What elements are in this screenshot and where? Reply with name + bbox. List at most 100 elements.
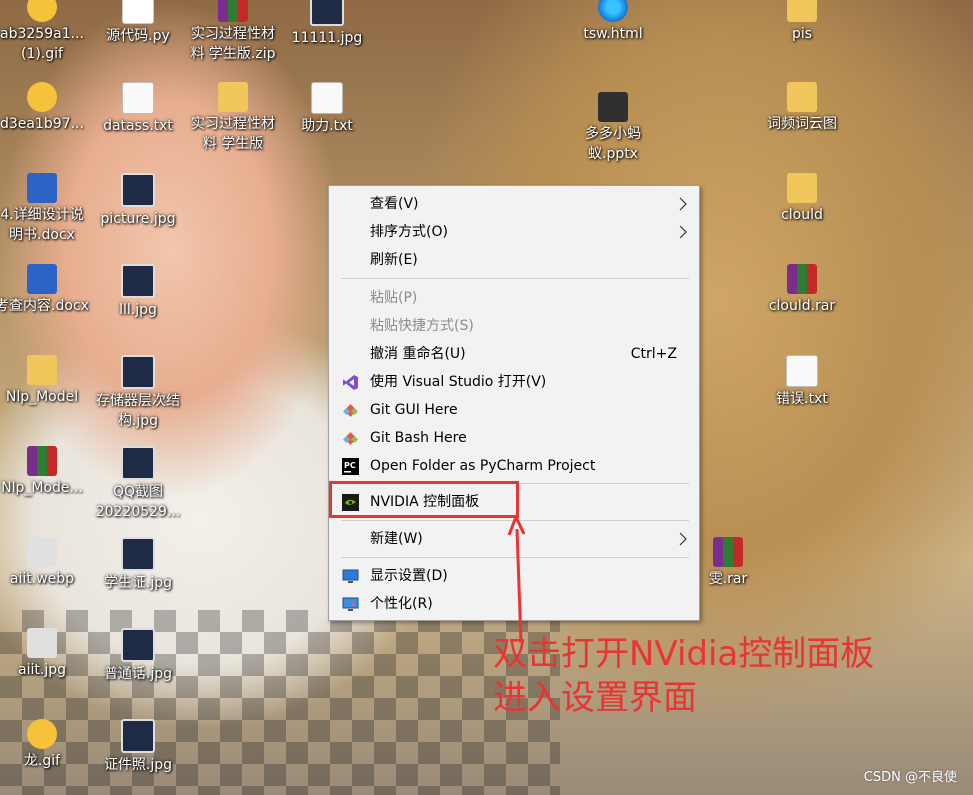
desktop-icon[interactable]: QQ截图20220529...	[90, 446, 186, 522]
menu-item-refresh[interactable]: 刷新(E)	[329, 247, 699, 273]
desktop-icon-label: aiit.webp	[9, 571, 75, 587]
python-file-icon	[122, 0, 154, 24]
folder-icon	[787, 0, 817, 22]
desktop-icon[interactable]: 学生证.jpg	[90, 537, 186, 593]
annotation-line: 进入设置界面	[493, 678, 697, 718]
desktop-icon-label: lll.jpg	[119, 302, 157, 318]
desktop-icon-label: 实习过程性材料 学生版	[191, 116, 275, 152]
desktop-icon-label: ab3259a1...(1).gif	[0, 26, 84, 62]
gif-file-icon	[27, 82, 57, 112]
winrar-archive-icon	[787, 264, 817, 294]
image-file-icon	[27, 628, 57, 658]
desktop-icon-label: 存储器层次结构.jpg	[96, 393, 180, 429]
desktop-icon-label: 证件照.jpg	[103, 757, 173, 773]
menu-item-label: Git GUI Here	[370, 402, 458, 418]
display-settings-icon	[342, 569, 359, 583]
desktop-icon[interactable]: 证件照.jpg	[90, 719, 186, 775]
desktop-icon[interactable]: 考查内容.docx	[0, 264, 90, 316]
desktop-icon-label: 11111.jpg	[291, 30, 363, 46]
image-file-icon	[121, 355, 155, 389]
desktop-icon[interactable]: aiit.jpg	[0, 628, 90, 680]
desktop-icon[interactable]: tsw.html	[565, 0, 661, 44]
desktop-icon-label: QQ截图20220529...	[95, 484, 181, 520]
desktop-icon[interactable]: 实习过程性材料 学生版	[185, 82, 281, 154]
desktop-icon-label: picture.jpg	[100, 211, 176, 227]
desktop-icon-label: Nlp_Mode...	[1, 480, 83, 496]
desktop-icon-label: 多多小蚂蚁.pptx	[585, 126, 641, 162]
desktop-icon[interactable]: 实习过程性材料 学生版.zip	[185, 0, 281, 64]
annotation-line: 双击打开NVidia控制面板	[493, 634, 875, 674]
git-icon	[342, 404, 359, 417]
gif-file-icon	[27, 719, 57, 749]
desktop-icon[interactable]: Nlp_Mode...	[0, 446, 90, 498]
desktop-icon-label: 助力.txt	[301, 118, 353, 134]
desktop-icon[interactable]: 错误.txt	[754, 355, 850, 409]
word-file-icon	[27, 264, 57, 294]
winrar-archive-icon	[27, 446, 57, 476]
desktop-icon-label: 学生证.jpg	[103, 575, 173, 591]
desktop-icon[interactable]: datass.txt	[90, 82, 186, 136]
folder-icon	[787, 82, 817, 112]
menu-item-label: 显示设置(D)	[370, 568, 448, 584]
image-file-icon	[121, 719, 155, 753]
desktop-icon[interactable]: lll.jpg	[90, 264, 186, 320]
desktop-icon[interactable]: 源代码.py	[90, 0, 186, 46]
desktop-icon[interactable]: pis	[754, 0, 850, 44]
menu-item-label: Open Folder as PyCharm Project	[370, 458, 596, 474]
pycharm-icon: PC	[342, 458, 359, 475]
webp-file-icon	[27, 537, 57, 567]
desktop-icon[interactable]: ab3259a1...(1).gif	[0, 0, 90, 64]
menu-item-open-pycharm[interactable]: PC Open Folder as PyCharm Project	[329, 453, 699, 479]
image-file-icon	[310, 0, 344, 26]
word-file-icon	[27, 173, 57, 203]
desktop-icon-label: 词频词云图	[767, 116, 837, 132]
desktop-icon[interactable]: 词频词云图	[754, 82, 850, 134]
svg-text:PC: PC	[344, 461, 356, 470]
text-file-icon	[786, 355, 818, 387]
menu-item-paste[interactable]: 粘贴(P)	[329, 285, 699, 311]
menu-item-label: 使用 Visual Studio 打开(V)	[370, 374, 547, 390]
desktop-icon[interactable]: 存储器层次结构.jpg	[90, 355, 186, 431]
desktop-icon[interactable]: 多多小蚂蚁.pptx	[565, 92, 661, 164]
desktop-icon-label: 普通话.jpg	[103, 666, 173, 682]
desktop-icon[interactable]: Nlp_Model	[0, 355, 90, 407]
menu-item-label: 粘贴快捷方式(S)	[370, 318, 474, 334]
desktop[interactable]: ab3259a1...(1).gif 源代码.py 实习过程性材料 学生版.zi…	[0, 0, 973, 795]
menu-item-label: 查看(V)	[370, 196, 419, 212]
desktop-icon-label: Nlp_Model	[5, 389, 79, 405]
desktop-icon[interactable]: 4.详细设计说明书.docx	[0, 173, 90, 245]
pptx-file-icon	[598, 92, 628, 122]
menu-item-sort[interactable]: 排序方式(O)	[329, 219, 699, 245]
winrar-archive-icon	[713, 537, 743, 567]
menu-shortcut: Ctrl+Z	[630, 346, 677, 362]
desktop-icon[interactable]: d3ea1b97...	[0, 82, 90, 134]
menu-item-label: 粘贴(P)	[370, 290, 418, 306]
folder-icon	[787, 173, 817, 203]
desktop-icon[interactable]: clould	[754, 173, 850, 225]
desktop-icon[interactable]: clould.rar	[754, 264, 850, 316]
annotation-text: 双击打开NVidia控制面板 进入设置界面	[493, 632, 953, 720]
desktop-icon[interactable]: 11111.jpg	[279, 0, 375, 48]
menu-item-git-bash[interactable]: Git Bash Here	[329, 425, 699, 451]
menu-separator	[341, 278, 689, 279]
menu-item-undo-rename[interactable]: 撤消 重命名(U) Ctrl+Z	[329, 341, 699, 367]
menu-item-view[interactable]: 查看(V)	[329, 191, 699, 217]
desktop-icon[interactable]: 助力.txt	[279, 82, 375, 136]
desktop-icon[interactable]: picture.jpg	[90, 173, 186, 229]
desktop-icon-label: 实习过程性材料 学生版.zip	[190, 26, 276, 62]
image-file-icon	[121, 173, 155, 207]
desktop-icon[interactable]: aiit.webp	[0, 537, 90, 589]
menu-item-paste-shortcut[interactable]: 粘贴快捷方式(S)	[329, 313, 699, 339]
desktop-icon-label: 错误.txt	[776, 391, 828, 407]
text-file-icon	[122, 82, 154, 114]
desktop-icon[interactable]: 普通话.jpg	[90, 628, 186, 684]
menu-item-label: 个性化(R)	[370, 596, 433, 612]
desktop-icon[interactable]: 龙.gif	[0, 719, 90, 771]
menu-item-open-visual-studio[interactable]: 使用 Visual Studio 打开(V)	[329, 369, 699, 395]
image-file-icon	[121, 537, 155, 571]
menu-item-git-gui[interactable]: Git GUI Here	[329, 397, 699, 423]
personalize-icon	[342, 597, 359, 611]
menu-item-label: 排序方式(O)	[370, 224, 448, 240]
desktop-icon-label: d3ea1b97...	[0, 116, 84, 132]
desktop-icon-label: pis	[791, 26, 813, 42]
